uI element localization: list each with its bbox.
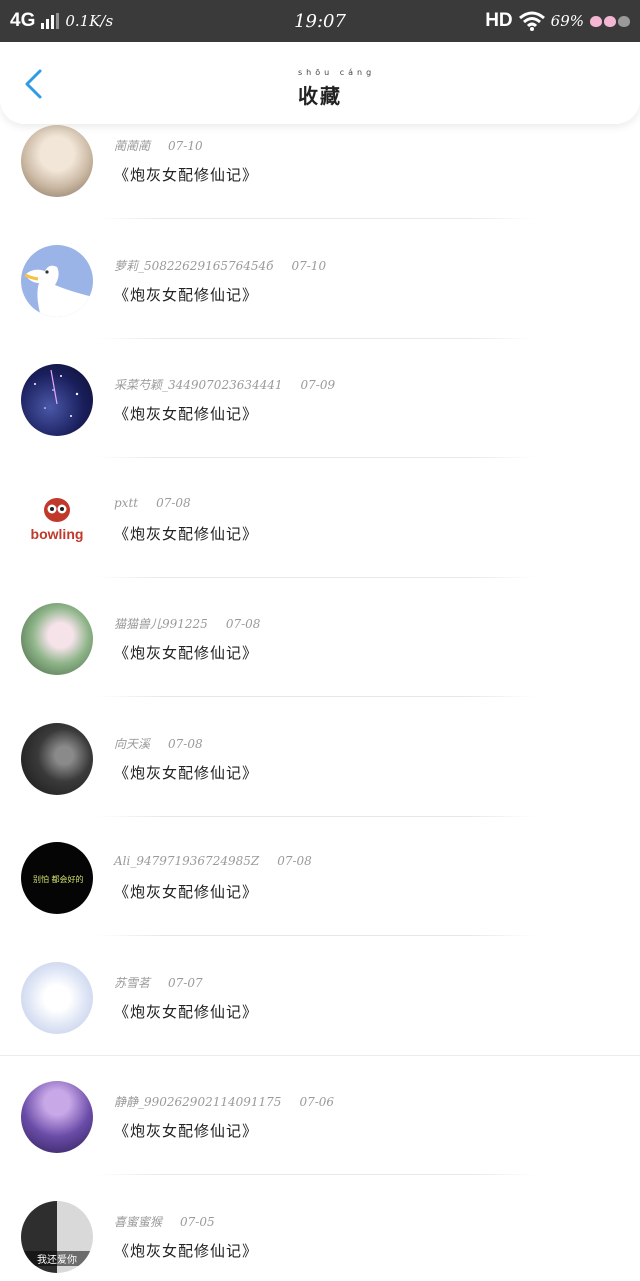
name-line: 苏雪茗 07-07 — [114, 974, 203, 991]
favorites-list: 蔺蔺蔺 07-10 《炮灰女配修仙记》 萝莉_5082262916576454б 0… — [0, 86, 640, 1281]
date: 07-10 — [291, 259, 326, 273]
user-name: 采菜芍颖_344907023634441 — [114, 378, 283, 392]
page-title-pinyin: shōu cáng — [298, 68, 342, 77]
book-title[interactable]: 《炮灰女配修仙记》 — [114, 1001, 258, 1022]
user-name: 猫猫兽儿991225 — [114, 617, 208, 631]
duck-icon — [21, 245, 93, 317]
avatar[interactable] — [21, 603, 93, 675]
user-name: Ali_947971936724985Z — [114, 854, 259, 868]
avatar[interactable] — [21, 364, 93, 436]
list-item[interactable]: 我还爱你 喜蜜蜜猴 07-05 《炮灰女配修仙记》 — [0, 1162, 640, 1281]
avatar-caption: 我还爱你 — [21, 1251, 93, 1266]
list-item[interactable]: 猫猫兽儿991225 07-08 《炮灰女配修仙记》 — [0, 564, 640, 684]
date: 07-08 — [226, 617, 261, 631]
book-title[interactable]: 《炮灰女配修仙记》 — [114, 523, 258, 544]
avatar-caption: 别怕 都会好的 — [33, 874, 84, 885]
user-name: 蔺蔺蔺 — [114, 139, 150, 153]
clock: 19:07 — [0, 11, 640, 32]
owl-logo-icon — [21, 484, 93, 556]
book-title[interactable]: 《炮灰女配修仙记》 — [114, 1240, 258, 1261]
avatar[interactable]: bowling — [21, 484, 93, 556]
date: 07-08 — [168, 737, 203, 751]
book-title[interactable]: 《炮灰女配修仙记》 — [114, 881, 258, 902]
list-item[interactable]: 别怕 都会好的 Ali_947971936724985Z 07-08 《炮灰女配修… — [0, 803, 640, 923]
user-name: 静静_990262902114091175 — [114, 1095, 281, 1109]
avatar[interactable]: 别怕 都会好的 — [21, 842, 93, 914]
name-line: pxtt 07-08 — [114, 496, 191, 510]
book-title[interactable]: 《炮灰女配修仙记》 — [114, 1120, 258, 1141]
date: 07-06 — [299, 1095, 334, 1109]
name-line: 蔺蔺蔺 07-10 — [114, 137, 203, 154]
name-line: 猫猫兽儿991225 07-08 — [114, 615, 260, 632]
date: 07-08 — [277, 854, 312, 868]
list-item[interactable]: 萝莉_5082262916576454б 07-10 《炮灰女配修仙记》 — [0, 206, 640, 326]
book-title[interactable]: 《炮灰女配修仙记》 — [114, 762, 258, 783]
date: 07-09 — [301, 378, 336, 392]
user-name: 苏雪茗 — [114, 976, 150, 990]
date: 07-07 — [168, 976, 203, 990]
book-title[interactable]: 《炮灰女配修仙记》 — [114, 642, 258, 663]
list-item[interactable]: bowling pxtt 07-08 《炮灰女配修仙记》 — [0, 445, 640, 565]
avatar[interactable]: 我还爱你 — [21, 1201, 93, 1273]
date: 07-08 — [156, 496, 191, 510]
name-line: 静静_990262902114091175 07-06 — [114, 1093, 334, 1110]
avatar[interactable] — [21, 245, 93, 317]
avatar[interactable] — [21, 962, 93, 1034]
title-wrap: shōu cáng 收藏 — [0, 80, 640, 109]
book-title[interactable]: 《炮灰女配修仙记》 — [114, 164, 258, 185]
avatar[interactable] — [21, 1081, 93, 1153]
date: 07-10 — [168, 139, 203, 153]
date: 07-05 — [180, 1215, 215, 1229]
status-bar: 4G 0.1K/s 19:07 HD 69% — [0, 0, 640, 42]
header-bar: shōu cáng 收藏 — [0, 42, 640, 124]
name-line: 喜蜜蜜猴 07-05 — [114, 1213, 215, 1230]
list-item[interactable]: 静静_990262902114091175 07-06 《炮灰女配修仙记》 — [0, 1042, 640, 1162]
book-title[interactable]: 《炮灰女配修仙记》 — [114, 403, 258, 424]
name-line: 萝莉_5082262916576454б 07-10 — [114, 257, 326, 274]
name-line: 采菜芍颖_344907023634441 07-09 — [114, 376, 335, 393]
name-line: Ali_947971936724985Z 07-08 — [114, 854, 312, 868]
user-name: 向天溪 — [114, 737, 150, 751]
user-name: 萝莉_5082262916576454б — [114, 259, 273, 273]
list-item[interactable]: 向天溪 07-08 《炮灰女配修仙记》 — [0, 684, 640, 804]
page-title-text: 收藏 — [298, 84, 342, 108]
name-line: 向天溪 07-08 — [114, 735, 203, 752]
avatar[interactable] — [21, 125, 93, 197]
avatar[interactable] — [21, 723, 93, 795]
user-name: 喜蜜蜜猴 — [114, 1215, 162, 1229]
stars-icon — [21, 364, 93, 436]
list-item[interactable]: 采菜芍颖_344907023634441 07-09 《炮灰女配修仙记》 — [0, 325, 640, 445]
user-name: pxtt — [114, 496, 138, 510]
book-title[interactable]: 《炮灰女配修仙记》 — [114, 284, 258, 305]
avatar-logo-text: bowling — [21, 526, 93, 542]
list-item[interactable]: 苏雪茗 07-07 《炮灰女配修仙记》 — [0, 923, 640, 1043]
page-title: shōu cáng 收藏 — [298, 80, 342, 109]
